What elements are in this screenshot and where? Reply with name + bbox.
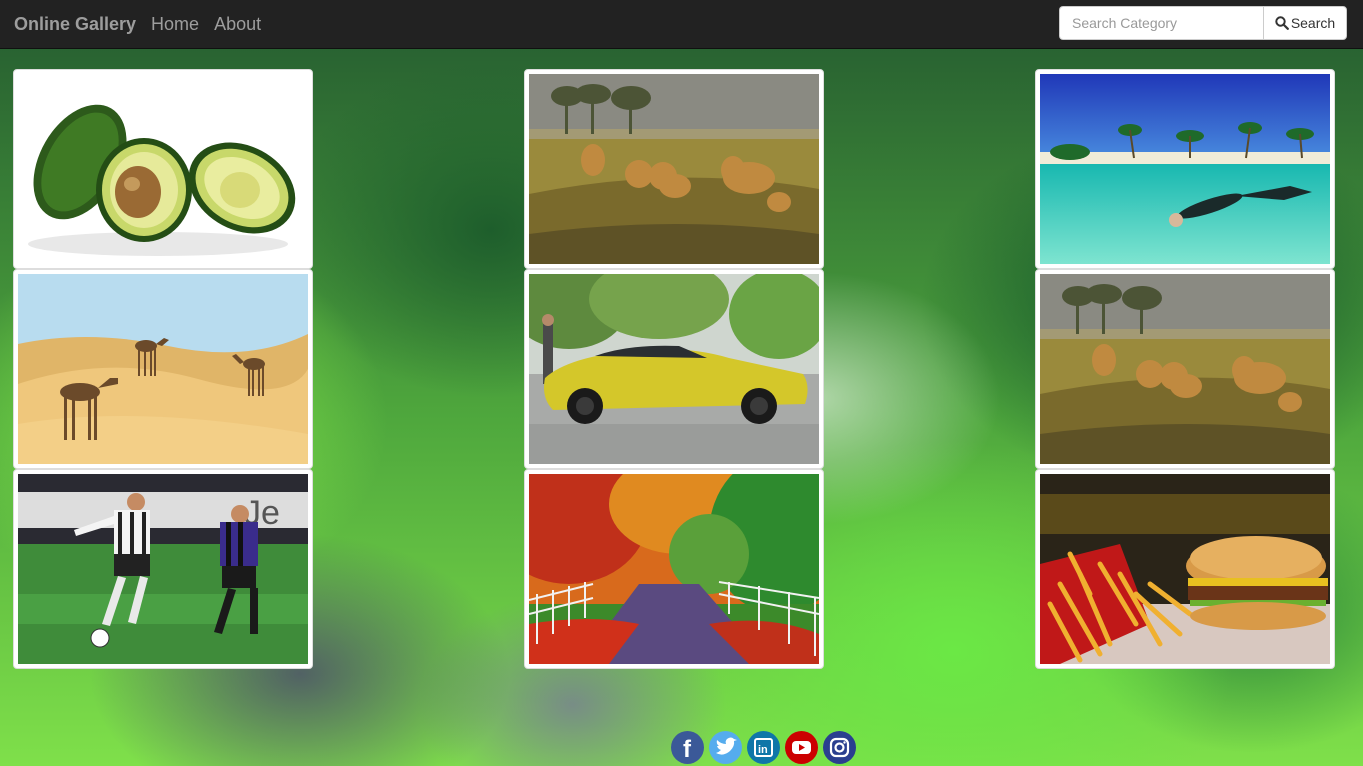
avocado-image bbox=[18, 74, 308, 264]
svg-text:f: f bbox=[683, 736, 692, 763]
gallery-image-autumn-road[interactable] bbox=[524, 469, 824, 669]
youtube-icon[interactable] bbox=[785, 731, 818, 764]
autumn-road-image bbox=[529, 474, 819, 664]
svg-text:in: in bbox=[758, 744, 768, 756]
snorkeler-image bbox=[1040, 74, 1330, 264]
search-icon bbox=[1275, 16, 1289, 30]
gallery-image-burger-fries[interactable] bbox=[1035, 469, 1335, 669]
twitter-icon[interactable] bbox=[709, 731, 742, 764]
nav-about-link[interactable]: About bbox=[214, 14, 261, 35]
brand-link[interactable]: Online Gallery bbox=[14, 14, 136, 35]
facebook-icon[interactable]: f bbox=[671, 731, 704, 764]
lions-image bbox=[1040, 274, 1330, 464]
gallery-image-avocado[interactable] bbox=[13, 69, 313, 269]
gallery-image-football[interactable]: Je bbox=[13, 469, 313, 669]
nav-home-link[interactable]: Home bbox=[151, 14, 199, 35]
linkedin-icon[interactable]: in bbox=[747, 731, 780, 764]
gallery-image-camels[interactable] bbox=[13, 269, 313, 469]
search-button[interactable]: Search bbox=[1263, 6, 1347, 40]
gallery-image-lions[interactable] bbox=[524, 69, 824, 269]
search-form: Search bbox=[1059, 6, 1347, 40]
gallery-image-snorkeler[interactable] bbox=[1035, 69, 1335, 269]
camels-image bbox=[18, 274, 308, 464]
social-links: f in bbox=[671, 731, 856, 764]
instagram-icon[interactable] bbox=[823, 731, 856, 764]
search-input[interactable] bbox=[1059, 6, 1263, 40]
football-image: Je bbox=[18, 474, 308, 664]
gallery-image-lions-2[interactable] bbox=[1035, 269, 1335, 469]
search-button-label: Search bbox=[1290, 15, 1336, 31]
navbar: Online Gallery Home About Search bbox=[0, 0, 1363, 49]
sports-car-image bbox=[529, 274, 819, 464]
burger-fries-image bbox=[1040, 474, 1330, 664]
lions-image bbox=[529, 74, 819, 264]
gallery-image-sports-car[interactable] bbox=[524, 269, 824, 469]
